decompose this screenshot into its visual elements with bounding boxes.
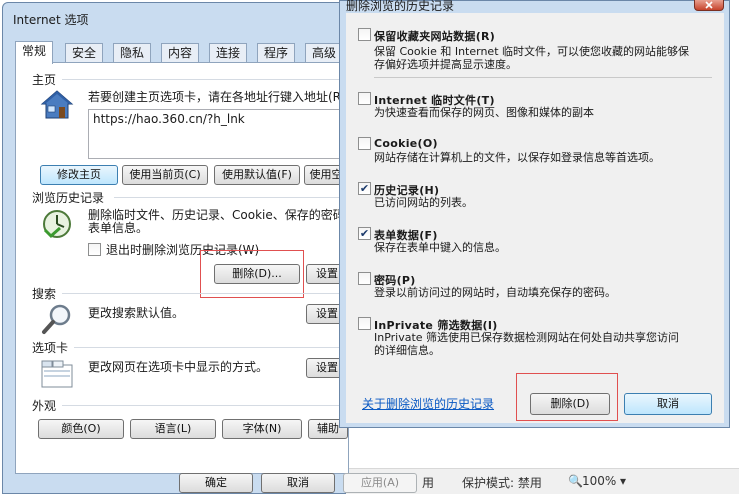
tab-advanced[interactable]: 高级 (305, 43, 344, 63)
form-data-checkbox[interactable]: ✔ (358, 227, 371, 240)
cookies-checkbox[interactable] (358, 137, 371, 150)
cancel-button[interactable]: 取消 (261, 473, 335, 493)
tab-privacy[interactable]: 隐私 (113, 43, 152, 63)
about-delete-history-link[interactable]: 关于删除浏览的历史记录 (362, 395, 494, 412)
history-divider (114, 197, 344, 198)
colors-button[interactable]: 颜色(O) (38, 419, 124, 439)
homepage-divider (62, 79, 344, 80)
languages-button[interactable]: 语言(L) (130, 419, 216, 439)
status-protected-mode: 保护模式: 禁用 (462, 476, 542, 490)
general-tab-panel: 主页 若要创建主页选项卡，请在各地址行键入地址(R https://hao.36… (15, 62, 349, 474)
use-default-button[interactable]: 使用默认值(F) (214, 165, 300, 185)
passwords-checkbox[interactable] (358, 272, 371, 285)
window-title: Internet 选项 (13, 13, 89, 27)
temp-files-desc: 为快速查看而保存的网页、图像和媒体的副本 (374, 106, 594, 119)
status-use-text: 用 (422, 476, 435, 490)
tabs-window-icon (40, 357, 74, 389)
dialog-delete-button[interactable]: 删除(D) (530, 393, 610, 415)
history-description-1: 删除临时文件、历史记录、Cookie、保存的密码 (88, 208, 344, 222)
appearance-section-title: 外观 (32, 399, 57, 413)
cookies-desc: 网站存储在计算机上的文件，以保存如登录信息等首选项。 (374, 151, 660, 164)
status-zoom-icon[interactable]: 🔍 (568, 474, 583, 488)
form-data-desc: 保存在表单中键入的信息。 (374, 241, 506, 254)
delete-history-dialog: 删除浏览的历史记录 保留收藏夹网站数据(R) 保留 Cookie 和 Inter… (339, 0, 730, 428)
clock-history-icon (40, 208, 74, 240)
history-description-2: 表单信息。 (88, 221, 149, 235)
search-description: 更改搜索默认值。 (88, 306, 185, 320)
inprivate-desc-2: 的详细信息。 (374, 344, 440, 357)
tabs-description: 更改网页在选项卡中显示的方式。 (88, 360, 269, 374)
tab-general[interactable]: 常规 (15, 41, 54, 64)
history-desc: 已访问网站的列表。 (374, 196, 473, 209)
zoom-dropdown-icon[interactable]: ▾ (620, 474, 626, 488)
dialog-cancel-button[interactable]: 取消 (624, 393, 712, 415)
tab-connections[interactable]: 连接 (209, 43, 248, 63)
close-icon[interactable] (694, 0, 724, 11)
inprivate-checkbox[interactable] (358, 317, 371, 330)
search-section-title: 搜索 (32, 287, 57, 301)
magnifier-icon (40, 303, 74, 335)
house-icon (40, 89, 74, 121)
apply-button[interactable]: 应用(A) (343, 473, 417, 493)
cookies-label: Cookie(O) (374, 137, 438, 150)
tab-security[interactable]: 安全 (65, 43, 104, 63)
options-tab-strip: 常规 安全 隐私 内容 连接 程序 高级 (15, 41, 345, 64)
history-delete-button[interactable]: 删除(D)... (214, 264, 300, 284)
ok-button[interactable]: 确定 (179, 473, 253, 493)
status-zoom-level[interactable]: 100% (582, 474, 616, 488)
homepage-section-title: 主页 (32, 73, 57, 87)
internet-options-window: Internet 选项 常规 安全 隐私 内容 连接 程序 高级 主页 若要创建… (2, 2, 417, 494)
tab-programs[interactable]: 程序 (257, 43, 296, 63)
dialog-title: 删除浏览的历史记录 (346, 0, 455, 13)
favorites-separator (374, 77, 712, 78)
search-divider (62, 293, 344, 294)
keep-favorites-desc-2: 存偏好选项并提高显示速度。 (374, 58, 517, 71)
history-section-title: 浏览历史记录 (32, 191, 105, 205)
delete-options-panel: 保留收藏夹网站数据(R) 保留 Cookie 和 Internet 临时文件，可… (346, 13, 724, 423)
temp-files-checkbox[interactable] (358, 92, 371, 105)
use-current-button[interactable]: 使用当前页(C) (122, 165, 208, 185)
keep-favorites-label: 保留收藏夹网站数据(R) (374, 30, 496, 43)
keep-favorites-checkbox[interactable] (358, 28, 371, 41)
appearance-divider (62, 405, 344, 406)
tabs-section-title: 选项卡 (32, 341, 69, 355)
passwords-desc: 登录以前访问过的网站时，自动填充保存的密码。 (374, 286, 616, 299)
delete-on-exit-checkbox[interactable] (88, 243, 101, 256)
fonts-button[interactable]: 字体(N) (222, 419, 302, 439)
edit-homepage-button[interactable]: 修改主页 (40, 165, 118, 185)
tab-content[interactable]: 内容 (161, 43, 200, 63)
homepage-url-field[interactable]: https://hao.360.cn/?h_lnk (88, 109, 343, 159)
tabs-divider (74, 347, 344, 348)
history-checkbox[interactable]: ✔ (358, 182, 371, 195)
homepage-instruction: 若要创建主页选项卡，请在各地址行键入地址(R (88, 90, 342, 104)
